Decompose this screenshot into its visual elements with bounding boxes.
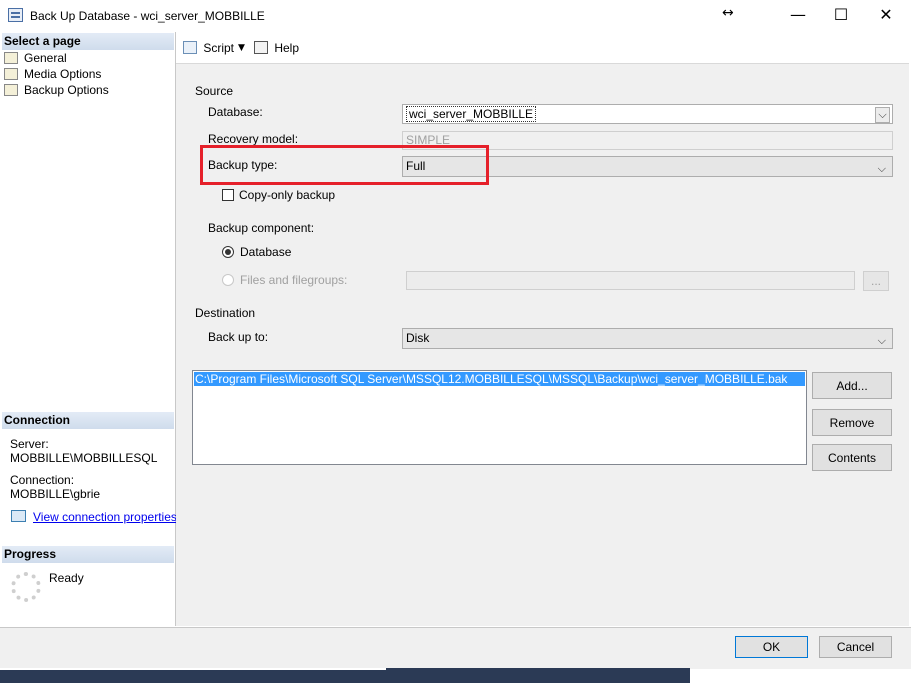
cancel-button[interactable]: Cancel <box>819 636 892 658</box>
copy-only-label: Copy-only backup <box>239 188 336 202</box>
view-connection-properties-link[interactable]: View connection properties <box>33 510 177 524</box>
page-wrench-icon <box>4 68 18 80</box>
sidebar-item-label: Backup Options <box>24 83 109 97</box>
contents-button[interactable]: Contents <box>812 444 892 471</box>
sidebar-item-backup-options[interactable]: Backup Options <box>4 82 109 98</box>
chevron-down-icon: ⌵ <box>875 107 890 123</box>
add-button[interactable]: Add... <box>812 372 892 399</box>
connection-value: MOBBILLE\gbrie <box>10 487 101 501</box>
sidebar-item-general[interactable]: General <box>4 50 67 66</box>
maximize-button[interactable]: ☐ <box>818 4 864 28</box>
page-wrench-icon <box>4 84 18 96</box>
copy-only-checkbox[interactable] <box>222 189 234 201</box>
server-label: Server: <box>10 437 49 451</box>
connection-properties-icon <box>11 510 26 522</box>
connection-header: Connection <box>2 412 174 429</box>
backup-path-list[interactable]: C:\Program Files\Microsoft SQL Server\MS… <box>192 370 807 465</box>
component-database-radio[interactable] <box>222 246 234 258</box>
sidebar-item-label: Media Options <box>24 67 102 81</box>
progress-header: Progress <box>2 546 174 563</box>
files-filegroups-field <box>406 271 855 290</box>
component-files-radio[interactable] <box>222 274 234 286</box>
database-icon <box>8 8 23 22</box>
select-page-header: Select a page <box>2 33 174 50</box>
help-label: Help <box>274 41 300 55</box>
destination-group-label: Destination <box>195 306 256 320</box>
database-select[interactable]: wci_server_MOBBILLE ⌵ <box>402 104 893 124</box>
component-files-label: Files and filegroups: <box>240 273 348 287</box>
source-group-label: Source <box>195 84 234 98</box>
title-bar: Back Up Database - wci_server_MOBBILLE ↔… <box>0 0 911 31</box>
backup-to-label: Back up to: <box>208 330 269 344</box>
progress-status: Ready <box>49 571 84 585</box>
backup-to-select[interactable]: Disk ⌵ <box>402 328 893 349</box>
backup-to-value: Disk <box>406 331 430 345</box>
remove-button[interactable]: Remove <box>812 409 892 436</box>
window-title: Back Up Database - wci_server_MOBBILLE <box>30 9 265 23</box>
background-divider <box>0 668 386 670</box>
connection-label: Connection: <box>10 473 75 487</box>
sidebar-item-media-options[interactable]: Media Options <box>4 66 101 82</box>
files-browse-button: ... <box>863 271 889 291</box>
recovery-model-label: Recovery model: <box>208 132 299 146</box>
background-taskbar <box>0 668 690 683</box>
progress-spinner-icon <box>11 572 41 602</box>
server-value: MOBBILLE\MOBBILLESQL <box>10 451 158 465</box>
chevron-down-icon: ⌵ <box>877 162 886 175</box>
sidebar-item-label: General <box>24 51 67 65</box>
help-button[interactable]: Help <box>254 39 299 57</box>
list-item[interactable]: C:\Program Files\Microsoft SQL Server\MS… <box>194 372 805 386</box>
left-panel <box>1 32 176 626</box>
minimize-button[interactable]: — <box>775 4 821 28</box>
backup-component-label: Backup component: <box>208 221 315 235</box>
script-dropdown-arrow-icon[interactable]: ▼ <box>238 40 245 56</box>
database-label: Database: <box>208 105 263 119</box>
database-value: wci_server_MOBBILLE <box>406 106 537 122</box>
script-icon <box>183 41 197 54</box>
component-database-label: Database <box>240 245 292 259</box>
ok-button[interactable]: OK <box>735 636 808 658</box>
script-label: Script <box>203 41 235 55</box>
resize-arrows-icon: ↔ <box>722 5 734 21</box>
highlight-box <box>200 145 489 185</box>
help-book-icon <box>254 41 268 54</box>
page-wrench-icon <box>4 52 18 64</box>
script-button[interactable]: Script <box>183 39 234 57</box>
close-button[interactable]: ✕ <box>863 4 909 28</box>
chevron-down-icon: ⌵ <box>877 334 886 347</box>
